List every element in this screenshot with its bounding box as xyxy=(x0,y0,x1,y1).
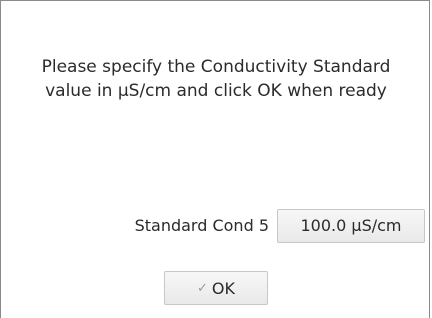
instruction-line-1: Please specify the Conductivity Standard xyxy=(41,57,391,77)
conductivity-standard-dialog: Please specify the Conductivity Standard… xyxy=(0,0,430,318)
check-icon: ✓ xyxy=(197,280,208,296)
standard-value-button[interactable]: 100.0 µS/cm xyxy=(277,209,425,243)
standard-cond-label: Standard Cond 5 xyxy=(134,216,269,235)
instruction-text: Please specify the Conductivity Standard… xyxy=(1,55,431,103)
ok-button[interactable]: ✓ OK xyxy=(164,271,268,305)
ok-button-label: OK xyxy=(211,278,235,298)
instruction-line-2: value in µS/cm and click OK when ready xyxy=(45,81,387,101)
standard-row: Standard Cond 5 100.0 µS/cm xyxy=(1,209,431,245)
